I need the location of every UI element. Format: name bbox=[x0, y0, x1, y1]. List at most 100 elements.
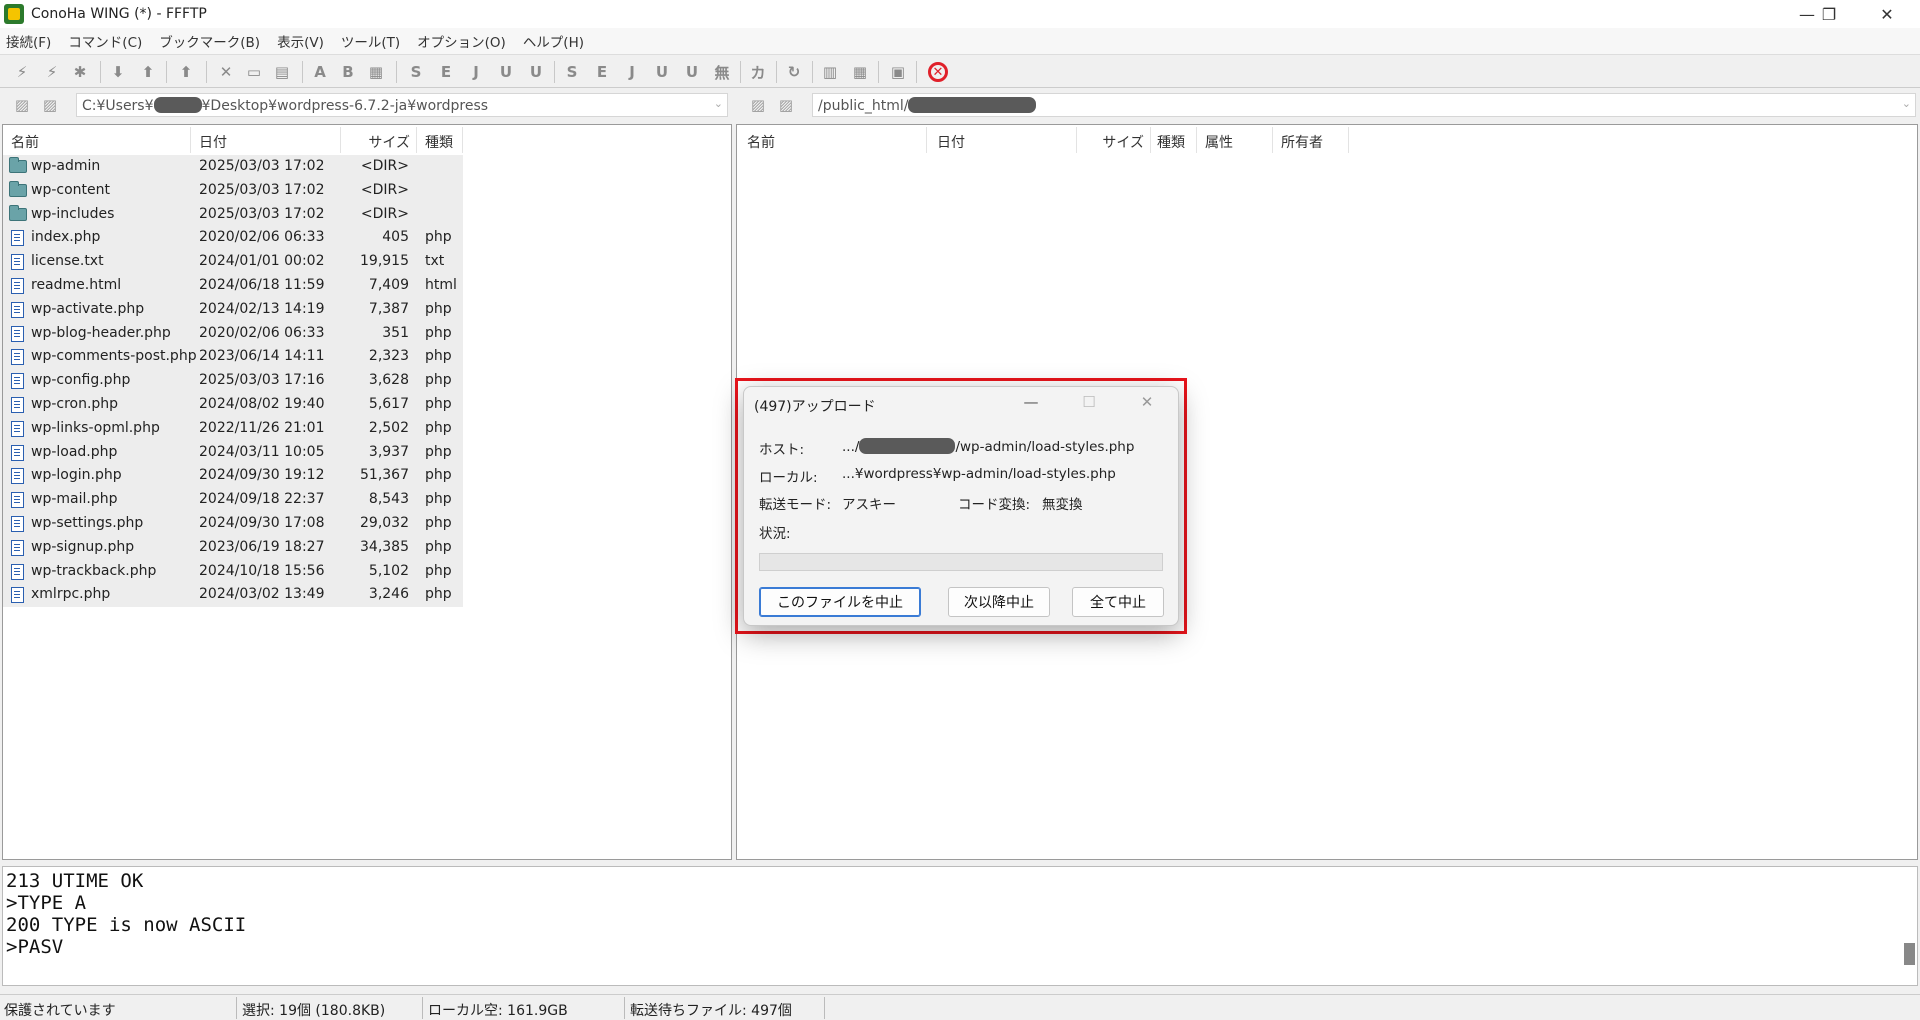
utf8-icon[interactable]: U bbox=[494, 61, 518, 83]
maximize-button[interactable]: ❐ bbox=[1800, 0, 1858, 28]
file-date: 2022/11/26 21:01 bbox=[199, 419, 325, 436]
table-row[interactable]: wp-blog-header.php 2020/02/06 06:33 351 php bbox=[3, 321, 463, 346]
disconnect-icon[interactable]: ✱ bbox=[68, 61, 92, 83]
file-size: 2,323 bbox=[368, 348, 409, 365]
table-row[interactable]: wp-load.php 2024/03/11 10:05 3,937 php bbox=[3, 440, 463, 465]
menu-bookmark[interactable]: ブックマーク(B) bbox=[159, 31, 260, 51]
col-attr[interactable]: 属性 bbox=[1197, 127, 1273, 153]
table-row[interactable]: wp-admin 2025/03/03 17:02 <DIR> bbox=[3, 155, 463, 179]
col-size[interactable]: サイズ bbox=[341, 127, 417, 153]
sync-icon[interactable]: ▣ bbox=[886, 61, 910, 83]
table-row[interactable]: wp-signup.php 2023/06/19 18:27 34,385 php bbox=[3, 535, 463, 560]
log-scrollbar[interactable] bbox=[1904, 943, 1915, 965]
menu-command[interactable]: コマンド(C) bbox=[68, 31, 142, 51]
table-row[interactable]: wp-links-opml.php 2022/11/26 21:01 2,502 ph… bbox=[3, 416, 463, 441]
connect-icon[interactable]: ⚡ bbox=[10, 61, 34, 83]
remote-jis-icon[interactable]: J bbox=[620, 61, 644, 83]
local-path-input[interactable]: C:¥Users¥ ¥Desktop¥wordpress-6.7.2-ja¥wor… bbox=[76, 93, 728, 117]
file-date: 2024/09/30 19:12 bbox=[199, 467, 325, 484]
mkdir-icon[interactable]: ▤ bbox=[270, 61, 294, 83]
table-row[interactable]: wp-config.php 2025/03/03 17:16 3,628 php bbox=[3, 369, 463, 393]
file-type: php bbox=[425, 538, 452, 555]
upload-icon[interactable]: ⬆ bbox=[136, 61, 160, 83]
col-date[interactable]: 日付 bbox=[927, 127, 1077, 153]
folder-open-icon[interactable]: ▨ bbox=[40, 96, 60, 114]
table-row[interactable]: wp-activate.php 2024/02/13 14:19 7,387 php bbox=[3, 297, 463, 322]
abort-icon[interactable]: ✕ bbox=[926, 61, 950, 83]
sjis-icon[interactable]: S bbox=[404, 61, 428, 83]
log-panel[interactable]: 213 UTIME OK >TYPE A 200 TYPE is now ASC… bbox=[2, 866, 1918, 986]
col-name[interactable]: 名前 bbox=[737, 127, 927, 153]
file-rows: wp-admin 2025/03/03 17:02 <DIR> wp-content 2… bbox=[3, 155, 463, 608]
folder-open-icon[interactable]: ▨ bbox=[776, 96, 796, 114]
file-name: wp-settings.php bbox=[31, 514, 144, 531]
menu-connect[interactable]: 接続(F) bbox=[6, 31, 51, 51]
dialog-close-button[interactable]: ✕ bbox=[1132, 393, 1162, 415]
table-row[interactable]: wp-comments-post.php 2023/06/14 14:11 2,32… bbox=[3, 345, 463, 370]
status-queue: 転送待ちファイル: 497個 bbox=[630, 1003, 792, 1019]
stop-file-button[interactable]: このファイルを中止 bbox=[759, 587, 921, 617]
col-date[interactable]: 日付 bbox=[191, 127, 341, 153]
remote-path-input[interactable]: /public_html/ ⌄ bbox=[812, 93, 1916, 117]
folder-icon bbox=[9, 180, 27, 197]
table-row[interactable]: wp-includes 2025/03/03 17:02 <DIR> bbox=[3, 202, 463, 227]
folder-up-icon[interactable]: ▨ bbox=[748, 96, 768, 114]
refresh-icon[interactable]: ↻ bbox=[782, 61, 806, 83]
table-row[interactable]: wp-login.php 2024/09/30 19:12 51,367 php bbox=[3, 464, 463, 489]
col-name[interactable]: 名前 bbox=[3, 127, 191, 153]
local-value: ...¥wordpress¥wp-admin/load-styles.php bbox=[842, 466, 1116, 482]
table-row[interactable]: index.php 2020/02/06 06:33 405 php bbox=[3, 226, 463, 251]
stop-all-button[interactable]: 全て中止 bbox=[1072, 587, 1164, 617]
menu-view[interactable]: 表示(V) bbox=[277, 31, 324, 51]
stop-after-button[interactable]: 次以降中止 bbox=[948, 587, 1050, 617]
local-file-list[interactable]: 名前 日付 サイズ 種類 wp-admin 2025/03/03 17:02 <DI… bbox=[2, 124, 732, 860]
table-row[interactable]: license.txt 2024/01/01 00:02 19,915 txt bbox=[3, 250, 463, 274]
mode-value: アスキー bbox=[842, 497, 896, 513]
menu-options[interactable]: オプション(O) bbox=[417, 31, 506, 51]
kana-icon[interactable]: カ bbox=[746, 61, 770, 83]
table-row[interactable]: wp-content 2025/03/03 17:02 <DIR> bbox=[3, 178, 463, 203]
col-size[interactable]: サイズ bbox=[1077, 127, 1151, 153]
detail-view-icon[interactable]: ▦ bbox=[848, 61, 872, 83]
table-row[interactable]: wp-cron.php 2024/08/02 19:40 5,617 php bbox=[3, 392, 463, 417]
euc-icon[interactable]: E bbox=[434, 61, 458, 83]
close-button[interactable]: ✕ bbox=[1858, 0, 1916, 28]
remote-utf8bom-icon[interactable]: U bbox=[680, 61, 704, 83]
col-owner[interactable]: 所有者 bbox=[1273, 127, 1349, 153]
file-date: 2024/09/18 22:37 bbox=[199, 491, 325, 508]
chevron-down-icon[interactable]: ⌄ bbox=[1902, 97, 1911, 110]
file-name: wp-load.php bbox=[31, 443, 118, 460]
col-type[interactable]: 種類 bbox=[417, 127, 463, 153]
mode-label: 転送モード: bbox=[759, 497, 832, 513]
quick-connect-icon[interactable]: ⚡ bbox=[40, 61, 64, 83]
table-row[interactable]: wp-mail.php 2024/09/18 22:37 8,543 php bbox=[3, 488, 463, 512]
col-type[interactable]: 種類 bbox=[1151, 127, 1197, 153]
auto-mode-icon[interactable]: ▦ bbox=[364, 61, 388, 83]
ascii-mode-icon[interactable]: A bbox=[308, 61, 332, 83]
remote-utf8-icon[interactable]: U bbox=[650, 61, 674, 83]
dialog-minimize-button[interactable]: — bbox=[1016, 393, 1046, 415]
file-date: 2024/10/18 15:56 bbox=[199, 562, 325, 579]
rename-icon[interactable]: ▭ bbox=[242, 61, 266, 83]
no-convert-icon[interactable]: 無 bbox=[710, 61, 734, 83]
download-icon[interactable]: ⬇ bbox=[106, 61, 130, 83]
table-row[interactable]: wp-settings.php 2024/09/30 17:08 29,032 php bbox=[3, 511, 463, 536]
binary-mode-icon[interactable]: B bbox=[336, 61, 360, 83]
table-row[interactable]: readme.html 2024/06/18 11:59 7,409 html bbox=[3, 273, 463, 298]
table-row[interactable]: xmlrpc.php 2024/03/02 13:49 3,246 php bbox=[3, 583, 463, 608]
chevron-down-icon[interactable]: ⌄ bbox=[714, 97, 723, 110]
list-view-icon[interactable]: ▥ bbox=[818, 61, 842, 83]
utf8bom-icon[interactable]: U bbox=[524, 61, 548, 83]
file-icon bbox=[11, 515, 24, 532]
remote-sjis-icon[interactable]: S bbox=[560, 61, 584, 83]
file-size: 19,915 bbox=[360, 253, 409, 270]
parent-dir-icon[interactable]: ⬆ bbox=[174, 61, 198, 83]
remote-euc-icon[interactable]: E bbox=[590, 61, 614, 83]
jis-icon[interactable]: J bbox=[464, 61, 488, 83]
menu-help[interactable]: ヘルプ(H) bbox=[523, 31, 584, 51]
menu-tools[interactable]: ツール(T) bbox=[341, 31, 400, 51]
title-bar: ConoHa WING (*) - FFFTP — ❐ ✕ bbox=[0, 0, 1920, 28]
table-row[interactable]: wp-trackback.php 2024/10/18 15:56 5,102 php bbox=[3, 559, 463, 584]
delete-icon[interactable]: ✕ bbox=[214, 61, 238, 83]
folder-up-icon[interactable]: ▨ bbox=[12, 96, 32, 114]
